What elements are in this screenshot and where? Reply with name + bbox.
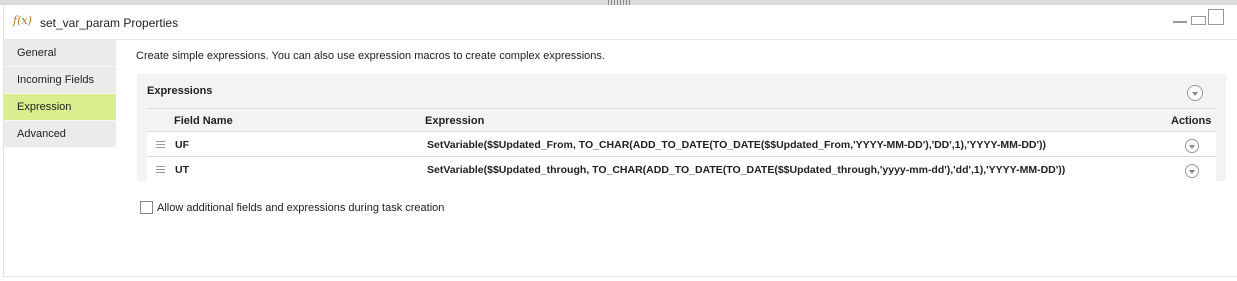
table-row[interactable]: UT SetVariable($$Updated_through, TO_CHA… xyxy=(147,156,1216,181)
expression-cell[interactable]: SetVariable($$Updated_From, TO_CHAR(ADD_… xyxy=(427,139,1046,151)
minimize-icon[interactable] xyxy=(1173,21,1187,23)
nav-item-advanced[interactable]: Advanced xyxy=(4,121,116,148)
chevron-down-icon xyxy=(1189,144,1195,149)
drag-handle-icon[interactable] xyxy=(156,141,165,148)
expression-cell[interactable]: SetVariable($$Updated_through, TO_CHAR(A… xyxy=(427,164,1065,176)
column-header-field-name: Field Name xyxy=(174,115,233,127)
drag-handle-icon[interactable] xyxy=(156,166,165,173)
expressions-title: Expressions xyxy=(147,85,213,97)
nav-item-expression[interactable]: Expression xyxy=(4,94,116,121)
chevron-down-icon xyxy=(1192,91,1198,96)
field-name-cell: UF xyxy=(175,139,189,151)
allow-additional-checkbox[interactable] xyxy=(140,201,153,214)
row-actions-button[interactable] xyxy=(1185,139,1199,153)
panel-header: f(x) set_var_param Properties xyxy=(4,5,1237,40)
field-name-cell: UT xyxy=(175,164,189,176)
column-header-actions: Actions xyxy=(1171,115,1212,127)
expressions-section: Expressions Field Name Expression Action… xyxy=(137,74,1226,181)
properties-nav: General Incoming Fields Expression Advan… xyxy=(4,40,116,148)
chevron-down-icon xyxy=(1189,169,1195,174)
table-row[interactable]: UF SetVariable($$Updated_From, TO_CHAR(A… xyxy=(147,131,1216,156)
panel-title: set_var_param Properties xyxy=(40,16,179,30)
nav-item-incoming-fields[interactable]: Incoming Fields xyxy=(4,67,116,94)
description-text: Create simple expressions. You can also … xyxy=(136,50,605,62)
function-icon: f(x) xyxy=(13,14,32,27)
row-actions-button[interactable] xyxy=(1185,164,1199,178)
expressions-menu-button[interactable] xyxy=(1187,85,1203,101)
column-header-expression: Expression xyxy=(425,115,485,127)
maximize-icon[interactable] xyxy=(1208,9,1224,25)
nav-item-general[interactable]: General xyxy=(4,40,116,67)
allow-additional-label: Allow additional fields and expressions … xyxy=(157,202,445,214)
table-header: Field Name Expression Actions xyxy=(147,108,1216,131)
expressions-table: Field Name Expression Actions UF SetVari… xyxy=(147,108,1216,181)
properties-panel: f(x) set_var_param Properties General In… xyxy=(3,5,1237,277)
restore-icon[interactable] xyxy=(1191,16,1206,25)
